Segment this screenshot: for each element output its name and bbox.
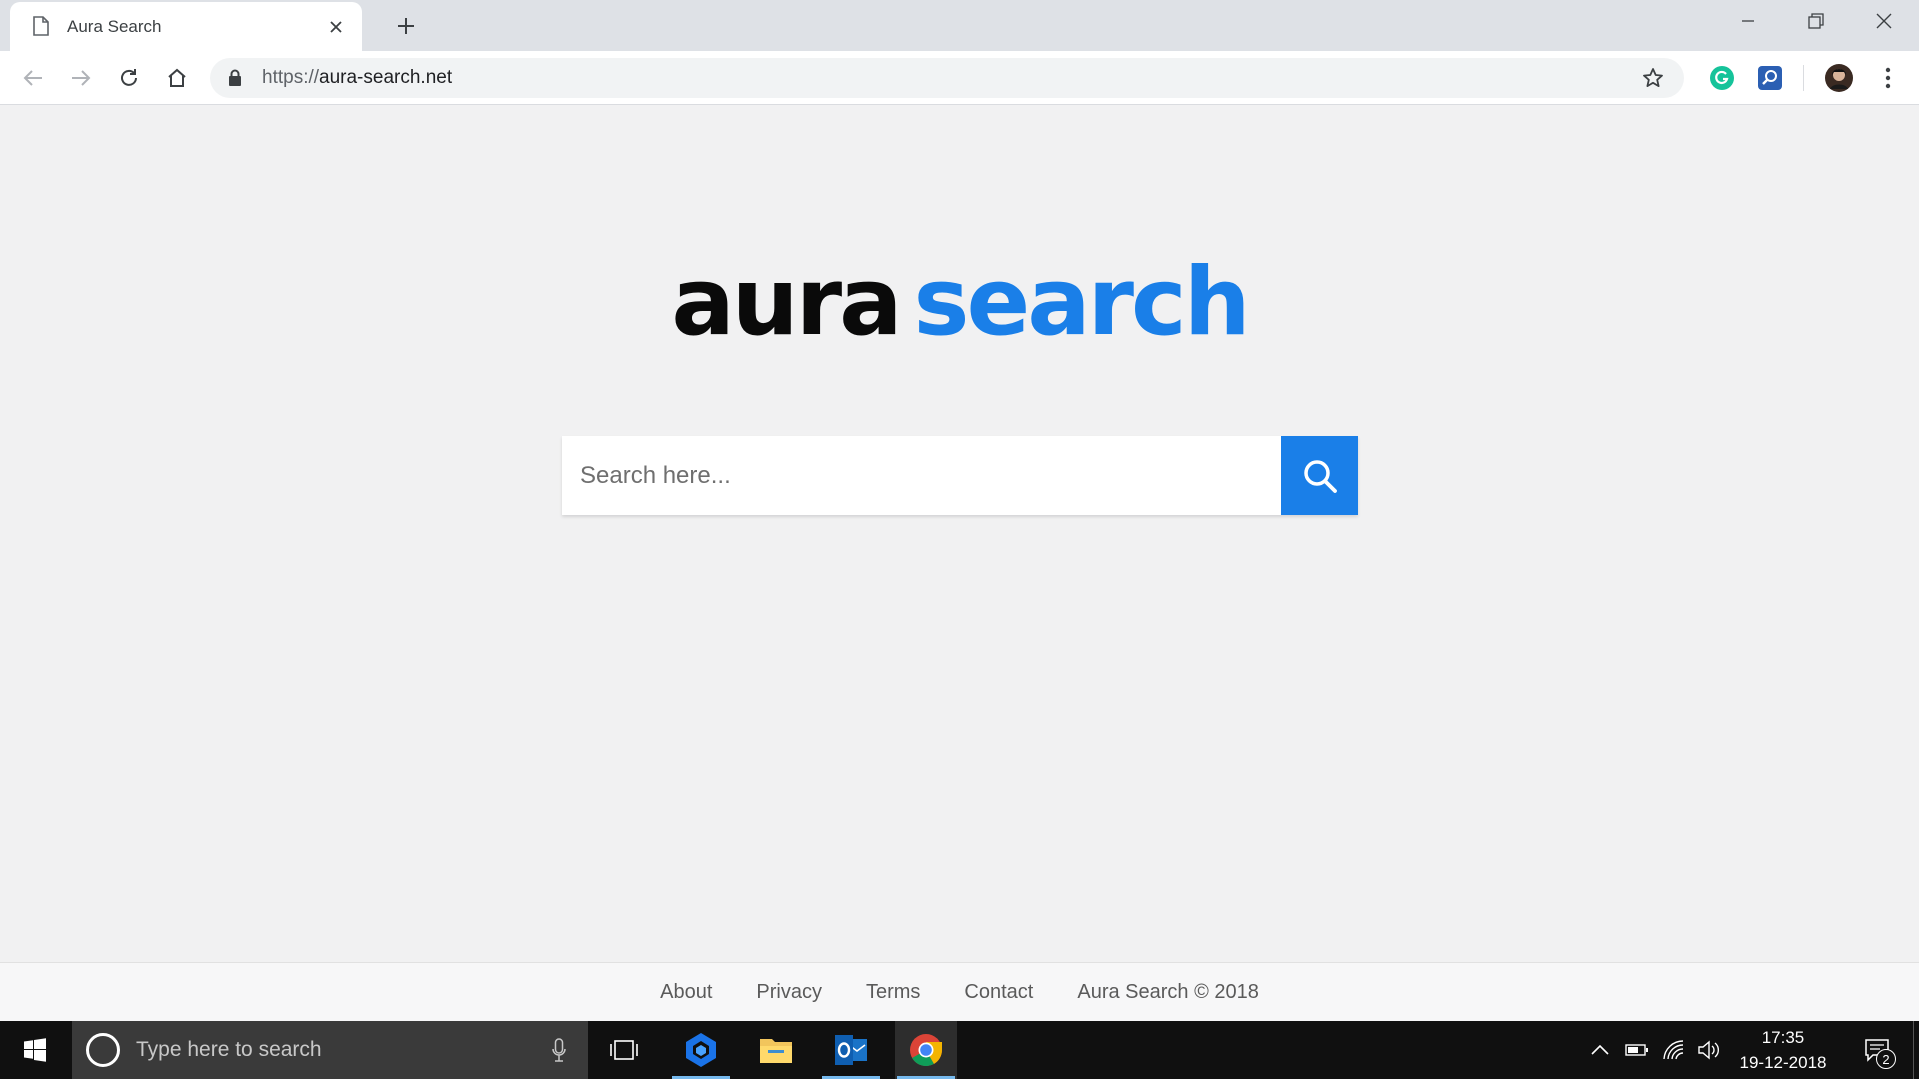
mic-icon[interactable] [544,1035,574,1065]
footer-link-terms[interactable]: Terms [866,981,920,1004]
plus-icon[interactable] [390,10,422,42]
windows-taskbar: Type here to search 17:35 19-12-2018 2 [0,1021,1919,1079]
chevron-up-icon[interactable] [1585,1021,1615,1079]
taskbar-search-placeholder: Type here to search [136,1038,322,1061]
search-form [562,436,1358,515]
taskbar-search-box[interactable]: Type here to search [72,1021,588,1079]
app-icon[interactable] [670,1021,732,1079]
extension-search-icon[interactable] [1755,63,1785,93]
close-window-icon[interactable] [1850,0,1918,42]
tab-strip: Aura Search [0,0,1919,51]
lock-icon [229,69,241,86]
outlook-icon[interactable] [820,1021,882,1079]
notification-icon[interactable]: 2 [1852,1021,1902,1079]
notification-badge: 2 [1876,1049,1896,1069]
grammarly-icon[interactable] [1707,63,1737,93]
forward-icon[interactable] [62,59,100,97]
footer-link-contact[interactable]: Contact [964,981,1033,1004]
toolbar-divider [1803,65,1804,91]
minimize-icon[interactable] [1714,0,1782,42]
aura-search-logo: aura search [0,256,1919,350]
footer-link-about[interactable]: About [660,981,712,1004]
logo-word-search: search [913,248,1251,357]
cortana-icon [86,1033,120,1067]
browser-tab[interactable]: Aura Search [10,2,362,51]
footer-copyright: Aura Search © 2018 [1077,980,1259,1003]
page-footer: About Privacy Terms Contact Aura Search … [0,962,1919,1021]
folder-icon[interactable] [745,1021,807,1079]
reload-icon[interactable] [110,59,148,97]
restore-icon[interactable] [1782,0,1850,42]
clock-date: 19-12-2018 [1739,1053,1827,1072]
tab-title: Aura Search [67,16,162,36]
back-icon[interactable] [14,59,52,97]
task-view-icon[interactable] [593,1021,655,1079]
search-icon [1303,459,1337,493]
star-icon[interactable] [1638,63,1668,93]
close-icon[interactable] [324,15,348,39]
url-text[interactable]: https://aura-search.net [262,67,1638,89]
logo-word-aura: aura [671,248,902,357]
page-icon [33,16,49,36]
address-bar[interactable]: https://aura-search.net [210,58,1684,98]
battery-icon[interactable] [1620,1021,1654,1079]
show-desktop-button[interactable] [1913,1021,1919,1079]
wifi-icon[interactable] [1656,1021,1690,1079]
kebab-menu-icon[interactable] [1873,63,1903,93]
search-button[interactable] [1281,436,1358,515]
chrome-icon[interactable] [895,1021,957,1079]
home-icon[interactable] [158,59,196,97]
search-input[interactable] [562,436,1281,515]
browser-toolbar: https://aura-search.net [0,51,1919,105]
avatar[interactable] [1824,63,1854,93]
windows-icon[interactable] [0,1021,70,1079]
page-content: aura search [0,106,1919,961]
footer-link-privacy[interactable]: Privacy [756,981,822,1004]
taskbar-clock[interactable]: 17:35 19-12-2018 [1730,1025,1836,1075]
volume-icon[interactable] [1692,1021,1726,1079]
clock-time: 17:35 [1761,1028,1805,1047]
